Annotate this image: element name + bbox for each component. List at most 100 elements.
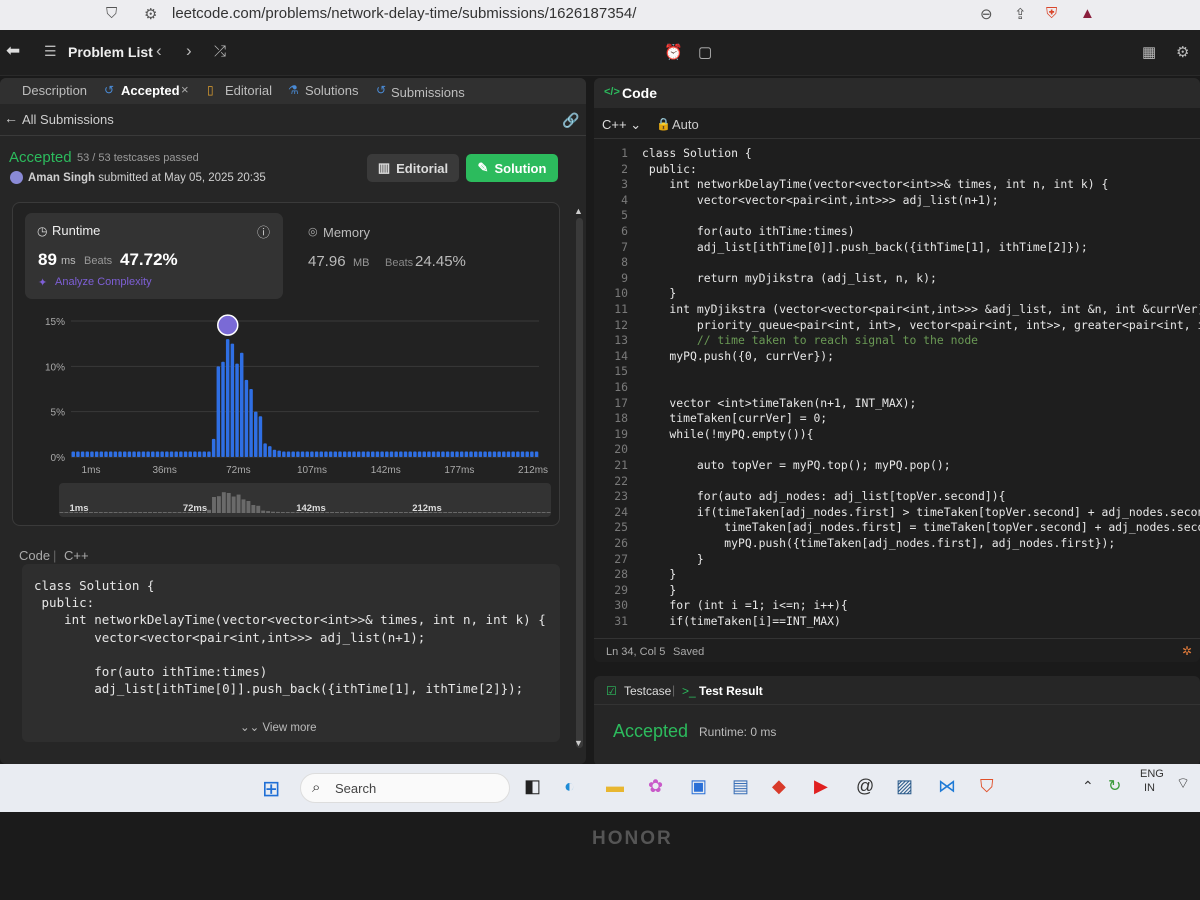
taskbar-search[interactable]: ⌕ Search [300, 773, 510, 803]
leetcode-logo-icon[interactable]: ⬅ [6, 41, 20, 61]
submitted-code-box: class Solution { public: int networkDela… [22, 564, 560, 742]
brave-rewards-icon[interactable]: ▲ [1080, 5, 1095, 22]
mini-bar [354, 512, 359, 513]
brave-shield-icon[interactable]: ⛨ [1046, 5, 1057, 22]
avatar[interactable] [10, 171, 23, 184]
edge-icon[interactable]: ◐ [564, 776, 575, 797]
bug-icon[interactable]: ✲ [1182, 644, 1192, 658]
copilot-icon[interactable]: ✿ [648, 776, 663, 797]
language-select[interactable]: C++ ⌄ [602, 117, 641, 133]
share-icon[interactable]: ⇪ [1014, 5, 1027, 23]
mini-bar [512, 512, 517, 513]
chart-bar [197, 451, 202, 457]
tab-solutions[interactable]: Solutions [305, 83, 358, 98]
x-tick-label: 212ms [518, 465, 548, 476]
result-status: Accepted [613, 721, 689, 741]
analyze-complexity-link[interactable]: Analyze Complexity [55, 276, 152, 288]
bookmark-icon[interactable]: ⛉ [106, 5, 117, 22]
code-line: int myDjikstra (vector<vector<pair<int,i… [642, 302, 1200, 316]
store-icon[interactable]: ▣ [690, 776, 707, 797]
share-link-icon[interactable]: 🔗 [562, 112, 579, 129]
brave-browser-icon[interactable]: ⛉ [980, 776, 994, 797]
memory-value: 47.96 [308, 253, 346, 270]
chart-bar [497, 451, 501, 457]
mini-bar [492, 512, 497, 513]
chevron-down-icon: ⌄ [630, 117, 642, 132]
settings-gear-icon[interactable]: ⚙ [1176, 43, 1189, 61]
chevron-up-icon[interactable]: ⌃ [1082, 778, 1094, 795]
code-line: myPQ.push({timeTaken[adj_nodes.first], a… [642, 536, 1116, 550]
mini-bar [172, 512, 177, 513]
file-explorer-icon[interactable]: ▬ [606, 776, 624, 797]
code-editor[interactable]: 1 class Solution {2 public: 3 int networkD… [594, 142, 1200, 632]
language-indicator[interactable]: ENG [1140, 768, 1164, 780]
mini-bar [379, 512, 384, 513]
mini-bar [330, 512, 335, 513]
visual-studio-icon[interactable]: ⋈ [938, 776, 956, 797]
anydesk-icon[interactable]: ◆ [772, 776, 786, 797]
editorial-button[interactable]: ▥ Editorial [367, 154, 459, 182]
line-number: 4 [621, 192, 628, 207]
scroll-up-icon[interactable]: ▲ [574, 206, 583, 216]
layout-icon[interactable]: ▦ [1142, 43, 1156, 61]
tab-testcase[interactable]: Testcase [624, 684, 671, 698]
line-number: 15 [614, 364, 628, 379]
wifi-icon[interactable]: ⌔ [1176, 774, 1190, 793]
solution-button[interactable]: ✎ Solution [466, 154, 558, 182]
chart-bar [488, 451, 492, 457]
threads-icon[interactable]: @ [856, 776, 874, 797]
problem-list-link[interactable]: Problem List [68, 44, 153, 60]
list-icon[interactable]: ☰ [44, 43, 57, 60]
user-marker-avatar [217, 314, 239, 336]
runtime-box[interactable]: ◷ Runtime ⓘ 89 ms Beats 47.72% ✦ Analyze… [25, 213, 283, 299]
back-arrow-icon[interactable]: ← [4, 110, 18, 126]
next-problem-icon[interactable]: › [186, 41, 192, 61]
mini-tick-label: 72ms [183, 503, 207, 514]
auto-mode[interactable]: Auto [672, 117, 699, 132]
code-line: adj_list[ithTime[0]].push_back({ithTime[… [642, 239, 1088, 254]
search-icon: ⌕ [312, 779, 321, 796]
all-submissions-link[interactable]: All Submissions [22, 112, 114, 127]
mini-bar [403, 512, 408, 513]
memory-box[interactable]: ◎ Memory 47.96 MB Beats 24.45% [293, 215, 543, 295]
book-icon: ▥ [377, 160, 391, 175]
region-indicator[interactable]: IN [1144, 782, 1155, 794]
shuffle-icon[interactable]: ⤮ [214, 43, 226, 60]
prev-problem-icon[interactable]: ‹ [156, 41, 162, 61]
chart-bar [347, 451, 352, 457]
mini-bar [398, 512, 403, 513]
submitter-name[interactable]: Aman Singh [28, 172, 95, 184]
close-tab-icon[interactable]: × [181, 82, 189, 97]
timer-icon[interactable]: ⏰ [664, 43, 683, 61]
url-text[interactable]: leetcode.com/problems/network-delay-time… [172, 5, 636, 22]
chart-bar [530, 451, 534, 457]
vs-code-icon[interactable]: ▨ [896, 776, 913, 797]
tab-test-result[interactable]: Test Result [699, 684, 763, 698]
runtime-beats-label: Beats [84, 255, 113, 267]
site-info-icon[interactable]: ⚙ [144, 5, 157, 23]
chart-bar [239, 352, 244, 457]
tab-submissions[interactable]: Submissions [391, 85, 465, 100]
chart-bar [305, 451, 309, 457]
chart-bar [94, 451, 99, 457]
tab-editorial[interactable]: Editorial [225, 83, 272, 98]
code-line: vector<vector<pair<int,int>>> adj_list(n… [642, 192, 999, 207]
task-view-icon[interactable]: ◧ [524, 776, 541, 797]
remote-desktop-icon[interactable]: ▤ [732, 776, 749, 797]
info-icon[interactable]: ⓘ [257, 222, 270, 241]
tab-description[interactable]: Description [22, 83, 87, 98]
submitted-time: submitted at May 05, 2025 20:35 [98, 172, 266, 184]
zoom-icon[interactable]: ⊖ [980, 5, 993, 23]
chart-bar [225, 339, 230, 457]
scrollbar[interactable] [576, 218, 583, 748]
view-more-link[interactable]: ⌄⌄ View more [240, 720, 317, 734]
windows-start-icon[interactable]: ⊞ [262, 776, 280, 802]
mini-bar [443, 512, 448, 513]
mini-bar [517, 512, 521, 513]
notes-icon[interactable]: ▢ [698, 43, 712, 61]
tab-accepted[interactable]: Accepted [121, 83, 180, 98]
chart-bar [502, 451, 506, 457]
sync-icon[interactable]: ↻ [1108, 776, 1121, 796]
youtube-icon[interactable]: ▶ [814, 776, 828, 797]
scroll-down-icon[interactable]: ▼ [574, 738, 583, 748]
